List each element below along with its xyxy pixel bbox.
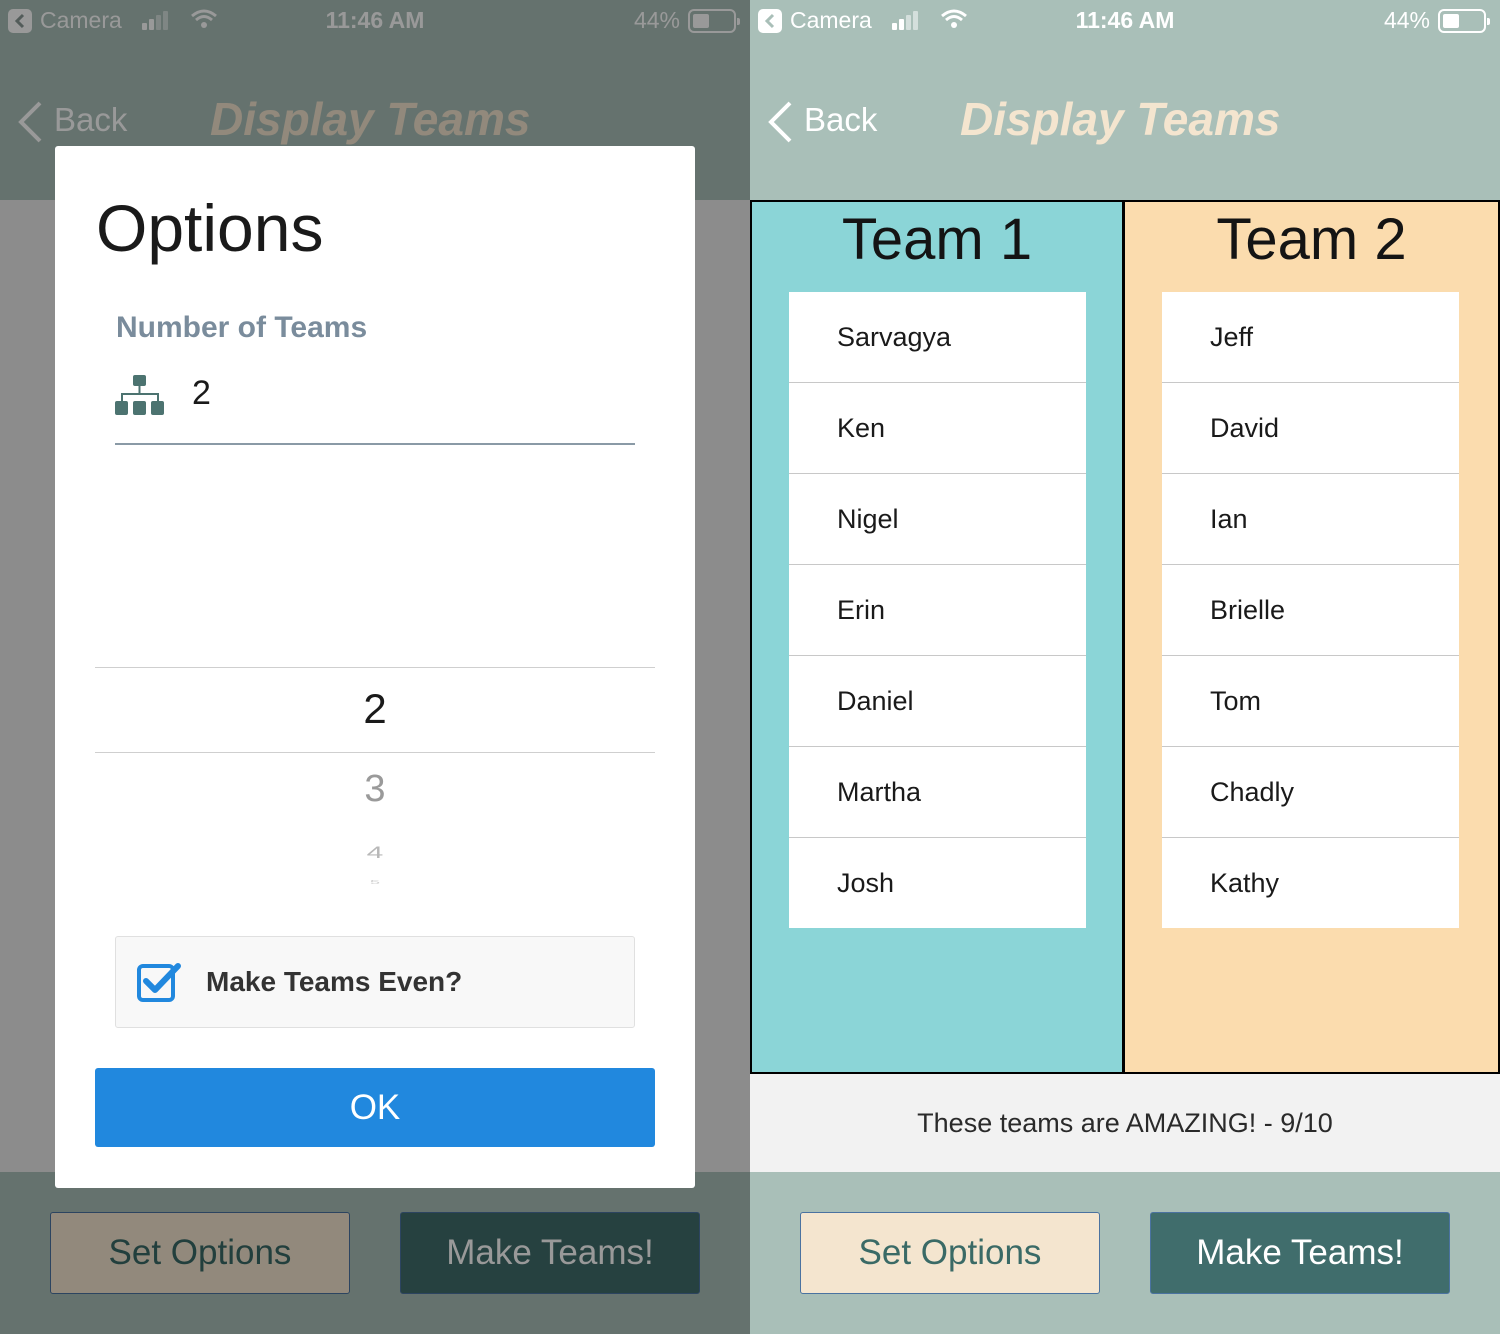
ok-button[interactable]: OK (95, 1068, 655, 1147)
list-item[interactable]: David (1162, 383, 1459, 474)
picker-option[interactable]: 4 (55, 844, 695, 863)
picker-divider-bottom (95, 752, 655, 753)
list-item[interactable]: Daniel (789, 656, 1086, 747)
team-1-title: Team 1 (841, 207, 1033, 272)
list-item[interactable]: Josh (789, 838, 1086, 928)
team-1-list: Sarvagya Ken Nigel Erin Daniel Martha Jo… (789, 292, 1086, 928)
picker-option-selected[interactable]: 2 (55, 685, 695, 733)
list-item[interactable]: Ian (1162, 474, 1459, 565)
team-2-column: Team 2 Jeff David Ian Brielle Tom Chadly… (1125, 202, 1498, 1072)
list-item[interactable]: Erin (789, 565, 1086, 656)
back-label: Back (804, 101, 878, 138)
list-item[interactable]: Nigel (789, 474, 1086, 565)
nav-bar: Camera 11:46 AM 44% Back Display Teams (750, 0, 1500, 200)
status-bar: Camera 11:46 AM 44% (750, 0, 1500, 42)
make-teams-even-label: Make Teams Even? (206, 966, 463, 997)
battery-percent: 44% (1383, 7, 1430, 33)
org-chart-icon (115, 375, 164, 415)
team-2-list: Jeff David Ian Brielle Tom Chadly Kathy (1162, 292, 1459, 928)
picker-option[interactable]: 3 (55, 768, 695, 811)
set-options-button[interactable]: Set Options (800, 1212, 1100, 1294)
field-underline (115, 443, 635, 445)
picker-divider-top (95, 667, 655, 668)
list-item[interactable]: Tom (1162, 656, 1459, 747)
team-rating-text: These teams are AMAZING! - 9/10 (750, 1074, 1500, 1172)
page-title: Display Teams (960, 93, 1281, 145)
teams-area: Team 1 Sarvagya Ken Nigel Erin Daniel Ma… (750, 200, 1500, 1074)
options-screen: Camera 11:46 AM 44% Back Display Teams S… (0, 0, 750, 1334)
checkbox-checked-icon[interactable] (137, 962, 181, 1002)
number-of-teams-value[interactable]: 2 (192, 374, 211, 413)
display-teams-screen: Camera 11:46 AM 44% Back Display Teams T… (750, 0, 1500, 1334)
footer-bar: Set Options Make Teams! (750, 1172, 1500, 1334)
battery-icon (1438, 9, 1490, 33)
options-dialog: Options Number of Teams 2 2 3 4 5 Make T… (55, 146, 695, 1188)
list-item[interactable]: Martha (789, 747, 1086, 838)
picker-option[interactable]: 5 (55, 879, 695, 885)
chevron-left-icon (768, 101, 792, 143)
team-1-column: Team 1 Sarvagya Ken Nigel Erin Daniel Ma… (752, 202, 1125, 1072)
list-item[interactable]: Kathy (1162, 838, 1459, 928)
list-item[interactable]: Ken (789, 383, 1086, 474)
number-of-teams-label: Number of Teams (116, 311, 368, 344)
dialog-title: Options (96, 191, 324, 265)
list-item[interactable]: Sarvagya (789, 292, 1086, 383)
team-2-title: Team 2 (1216, 207, 1407, 272)
list-item[interactable]: Chadly (1162, 747, 1459, 838)
make-teams-even-row[interactable]: Make Teams Even? (115, 936, 635, 1028)
list-item[interactable]: Brielle (1162, 565, 1459, 656)
make-teams-button[interactable]: Make Teams! (1150, 1212, 1450, 1294)
list-item[interactable]: Jeff (1162, 292, 1459, 383)
